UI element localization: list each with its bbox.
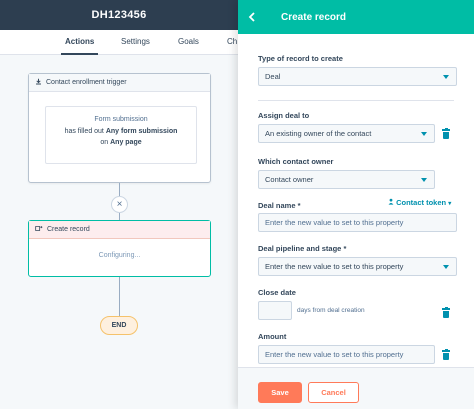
cancel-button[interactable]: Cancel — [308, 382, 359, 403]
record-type-value: Deal — [265, 72, 281, 81]
create-record-panel: Create record Type of record to create D… — [238, 0, 474, 409]
trigger-card-header: Contact enrollment trigger — [29, 74, 210, 92]
tab-goals[interactable]: Goals — [178, 30, 199, 55]
tab-changes[interactable]: Ch — [227, 30, 237, 55]
tab-actions[interactable]: Actions — [60, 30, 99, 55]
save-button[interactable]: Save — [258, 382, 302, 403]
close-date-input[interactable] — [258, 301, 292, 320]
section-divider — [258, 100, 454, 101]
connector-line — [119, 277, 120, 316]
assign-deal-label: Assign deal to — [258, 111, 310, 120]
record-type-select[interactable]: Deal — [258, 67, 457, 86]
workflow-tabs: Actions Settings Goals Ch — [0, 30, 238, 55]
trigger-filter-box[interactable]: Form submission has filled out Any form … — [45, 106, 197, 164]
trash-icon[interactable] — [441, 128, 451, 140]
configuring-status: Configuring... — [98, 252, 141, 259]
chevron-down-icon: ▾ — [448, 201, 452, 207]
tab-settings[interactable]: Settings — [121, 30, 150, 55]
connector-line — [119, 183, 120, 196]
panel-body: Type of record to create Deal Assign dea… — [238, 34, 474, 367]
trigger-card-title: Contact enrollment trigger — [46, 79, 127, 86]
workflow-canvas: Contact enrollment trigger Form submissi… — [0, 55, 238, 409]
contact-owner-value: Contact owner — [265, 175, 314, 184]
panel-title: Create record — [281, 11, 347, 23]
filter-page: on Any page — [100, 139, 142, 146]
create-record-card[interactable]: Create record Configuring... — [28, 220, 211, 277]
filter-condition: has filled out Any form submission — [64, 127, 178, 135]
assign-deal-select[interactable]: An existing owner of the contact — [258, 124, 435, 143]
chevron-left-icon[interactable] — [248, 9, 268, 25]
record-type-label: Type of record to create — [258, 54, 343, 63]
contact-owner-label: Which contact owner — [258, 157, 334, 166]
assign-deal-value: An existing owner of the contact — [265, 129, 372, 138]
connector-line — [119, 213, 120, 220]
deal-name-label: Deal name * — [258, 201, 301, 210]
enrollment-trigger-card[interactable]: Contact enrollment trigger Form submissi… — [28, 73, 211, 183]
pipeline-stage-label: Deal pipeline and stage * — [258, 244, 347, 253]
download-icon — [35, 78, 42, 87]
chevron-down-icon — [421, 132, 427, 136]
close-date-label: Close date — [258, 288, 296, 297]
contact-owner-select[interactable]: Contact owner — [258, 170, 435, 189]
chevron-down-icon — [443, 265, 449, 269]
amount-label: Amount — [258, 332, 287, 341]
chevron-down-icon — [443, 75, 449, 79]
panel-footer: Save Cancel — [238, 367, 474, 409]
trash-icon[interactable] — [441, 307, 451, 319]
add-action-button[interactable]: × — [111, 196, 128, 213]
create-card-header: Create record — [29, 221, 210, 239]
contact-token-link[interactable]: Contact token ▾ — [388, 198, 451, 207]
chevron-down-icon — [421, 178, 427, 182]
pipeline-stage-select[interactable]: Enter the new value to set to this prope… — [258, 257, 457, 276]
end-node: END — [100, 316, 138, 335]
panel-header: Create record — [238, 0, 474, 34]
deal-name-input[interactable]: Enter the new value to set to this prope… — [258, 213, 457, 232]
person-icon — [388, 198, 394, 205]
create-record-icon — [35, 225, 43, 234]
filter-type: Form submission — [94, 116, 148, 123]
create-card-title: Create record — [47, 226, 90, 233]
workflow-topbar: DH123456 — [0, 0, 238, 30]
contact-token-label: Contact token — [396, 198, 447, 207]
close-date-helper: days from deal creation — [297, 307, 365, 314]
workflow-title: DH123456 — [91, 9, 147, 21]
amount-input[interactable]: Enter the new value to set to this prope… — [258, 345, 435, 364]
pipeline-stage-value: Enter the new value to set to this prope… — [265, 262, 404, 271]
trash-icon[interactable] — [441, 349, 451, 361]
